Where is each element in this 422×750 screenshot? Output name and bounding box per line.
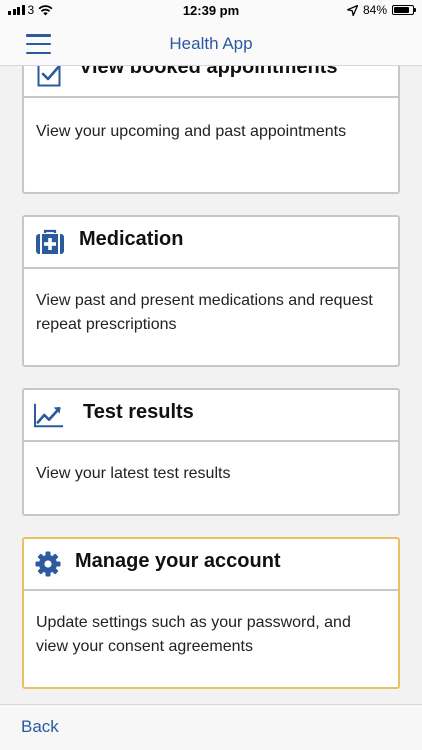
page-title: Health App	[169, 34, 253, 53]
status-right: 84%	[346, 3, 416, 17]
card-header: View booked appointments	[24, 66, 398, 98]
card-title: Manage your account	[75, 550, 281, 572]
card-description: View past and present medications and re…	[36, 292, 373, 333]
card-view-booked-appointments[interactable]: View booked appointments View your upcom…	[22, 66, 400, 194]
card-medication[interactable]: Medication View past and present medicat…	[22, 215, 400, 367]
medical-kit-icon	[35, 227, 65, 257]
location-arrow-icon	[346, 4, 358, 16]
battery-icon	[392, 5, 416, 15]
card-header: Manage your account	[24, 539, 398, 591]
bottom-toolbar: Back	[0, 704, 422, 750]
status-bar: 3 12:39 pm 84%	[0, 0, 422, 22]
battery-percent: 84%	[362, 3, 387, 17]
card-title: View booked appointments	[79, 66, 338, 78]
card-title: Medication	[79, 228, 184, 250]
card-description: View your upcoming and past appointments	[36, 123, 347, 140]
back-button[interactable]: Back	[21, 717, 59, 737]
card-title: Test results	[83, 401, 194, 423]
card-description: Update settings such as your password, a…	[36, 614, 351, 655]
navigation-bar: Health App	[0, 22, 422, 66]
card-test-results[interactable]: Test results View your latest test resul…	[22, 388, 400, 516]
gear-icon	[33, 549, 63, 579]
line-chart-icon	[34, 400, 64, 430]
card-header: Medication	[24, 217, 398, 269]
card-manage-your-account[interactable]: Manage your account Update settings such…	[22, 537, 400, 689]
content-scroll-area[interactable]: View booked appointments View your upcom…	[0, 66, 422, 704]
battery-level-fill	[394, 7, 410, 13]
card-description: View your latest test results	[36, 465, 231, 482]
card-header: Test results	[24, 390, 398, 442]
screen: 3 12:39 pm 84% Health App View booked ap…	[0, 0, 422, 750]
checkbox-icon	[35, 66, 65, 89]
